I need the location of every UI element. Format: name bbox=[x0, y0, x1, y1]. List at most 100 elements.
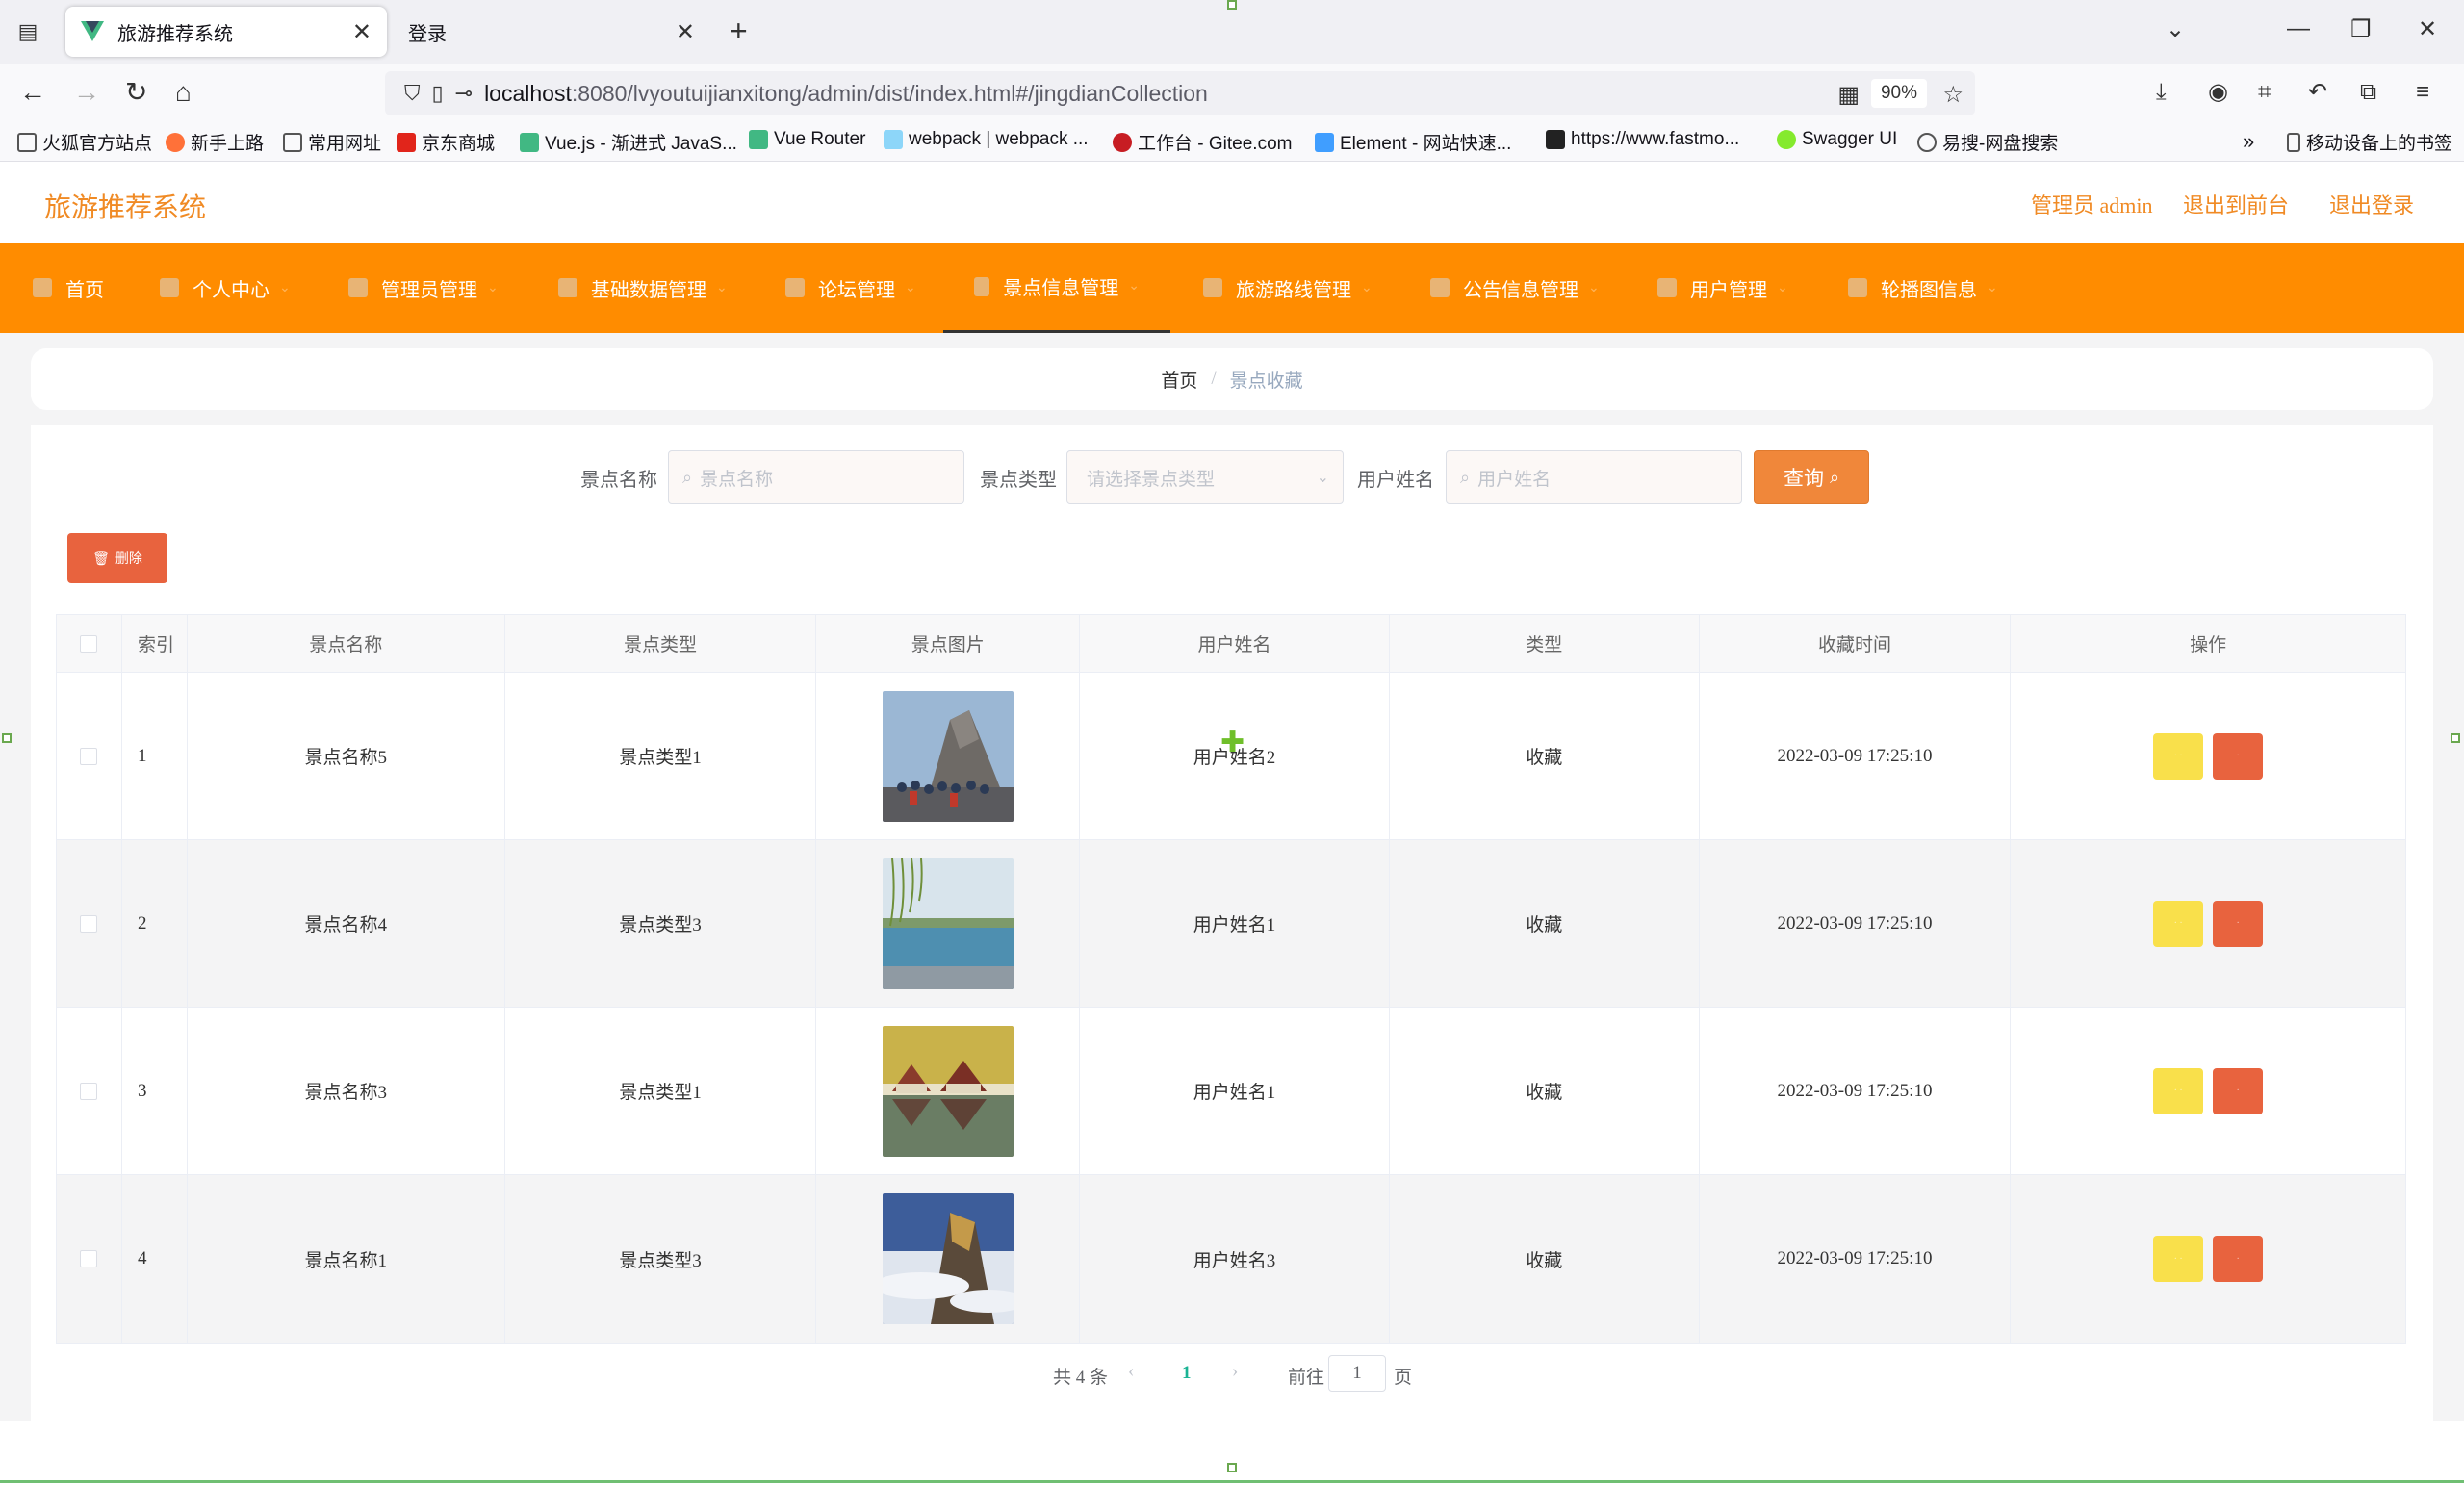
bookmark-item[interactable]: 易搜-网盘搜索 bbox=[1917, 129, 2058, 155]
bookmark-item[interactable]: 火狐官方站点 bbox=[17, 129, 152, 155]
menu-item-users[interactable]: 用户管理 ⌄ bbox=[1657, 243, 1788, 333]
bookmark-item[interactable]: Vue Router bbox=[749, 129, 865, 150]
select-all-checkbox[interactable] bbox=[80, 634, 98, 653]
breadcrumb: 首页 / 景点收藏 bbox=[31, 348, 2433, 410]
tab-login[interactable]: 登录 ✕ bbox=[393, 7, 710, 57]
new-tab-icon[interactable]: + bbox=[730, 15, 748, 46]
scenic-photo-village-reflection[interactable] bbox=[882, 1025, 1014, 1157]
resize-handle bbox=[2, 733, 12, 743]
bookmark-item[interactable]: webpack | webpack ... bbox=[884, 129, 1089, 150]
bookmark-item[interactable]: 新手上路 bbox=[166, 129, 264, 155]
bookmark-item[interactable]: https://www.fastmo... bbox=[1546, 129, 1739, 150]
bookmark-item[interactable]: Swagger UI bbox=[1777, 129, 1897, 150]
minimize-icon[interactable]: — bbox=[2287, 15, 2310, 42]
gitee-icon bbox=[1113, 132, 1132, 152]
delete-button[interactable]: · bbox=[2213, 900, 2264, 947]
row-checkbox[interactable] bbox=[80, 747, 98, 765]
bookmark-item[interactable]: 京东商城 bbox=[397, 129, 495, 155]
cell-name: 景点名称1 bbox=[188, 1175, 505, 1343]
screenshot-icon[interactable]: ⌗ bbox=[2258, 77, 2272, 108]
tab-list-icon[interactable]: ▤ bbox=[13, 17, 42, 46]
vue-icon bbox=[520, 132, 539, 152]
menu-item-forum[interactable]: 论坛管理 ⌄ bbox=[785, 243, 916, 333]
edit-button[interactable]: · · bbox=[2153, 732, 2204, 780]
delete-button[interactable]: · bbox=[2213, 732, 2264, 780]
menu-item-scenic[interactable]: 景点信息管理 ⌄ bbox=[943, 243, 1170, 333]
row-checkbox[interactable] bbox=[80, 914, 98, 933]
scenic-photo-peak-clouds[interactable] bbox=[882, 1193, 1014, 1324]
account-icon[interactable]: ◉ bbox=[2208, 77, 2228, 108]
user-icon bbox=[160, 278, 179, 297]
breadcrumb-home[interactable]: 首页 bbox=[1161, 367, 1197, 393]
reload-icon[interactable]: ↻ bbox=[125, 77, 147, 108]
forward-icon[interactable]: → bbox=[73, 77, 100, 108]
edit-button[interactable]: · · bbox=[2153, 900, 2204, 947]
mobile-bookmarks[interactable]: 移动设备上的书签 bbox=[2287, 129, 2452, 155]
back-icon[interactable]: ← bbox=[19, 77, 46, 108]
edit-button[interactable]: · · bbox=[2153, 1236, 2204, 1282]
exit-to-front-link[interactable]: 退出到前台 bbox=[2183, 189, 2289, 219]
search-type-placeholder: 请选择景点类型 bbox=[1087, 469, 1216, 490]
close-window-icon[interactable]: ✕ bbox=[2418, 15, 2437, 43]
scenic-photo-lake-willow[interactable] bbox=[882, 858, 1014, 989]
menu-item-profile[interactable]: 个人中心 ⌄ bbox=[160, 243, 291, 333]
menu-icon[interactable]: ≡ bbox=[2416, 77, 2429, 108]
permissions-icon[interactable]: ⊸ bbox=[455, 81, 473, 106]
row-checkbox[interactable] bbox=[80, 1250, 98, 1267]
extensions-icon[interactable]: ⧉ bbox=[2360, 77, 2376, 108]
menu-item-home[interactable]: 首页 bbox=[33, 243, 104, 333]
bookmark-item[interactable]: Element - 网站快速... bbox=[1315, 129, 1511, 155]
bookmark-item[interactable]: 工作台 - Gitee.com bbox=[1113, 129, 1292, 155]
tab-active[interactable]: 旅游推荐系统 ✕ bbox=[65, 7, 387, 57]
batch-delete-button[interactable]: 🗑 删除 bbox=[67, 533, 167, 583]
bookmark-star-icon[interactable]: ☆ bbox=[1942, 81, 1964, 109]
menu-item-routes[interactable]: 旅游路线管理 ⌄ bbox=[1203, 243, 1373, 333]
menu-item-notices[interactable]: 公告信息管理 ⌄ bbox=[1430, 243, 1600, 333]
qr-code-icon[interactable]: ▦ bbox=[1837, 81, 1860, 109]
search-user-input[interactable]: ⌕ 用户姓名 bbox=[1446, 450, 1742, 504]
logout-link[interactable]: 退出登录 bbox=[2329, 189, 2414, 219]
firefox-icon bbox=[166, 132, 185, 152]
url-host: localhost bbox=[484, 80, 572, 106]
jd-icon bbox=[397, 132, 416, 152]
header-index: 索引 bbox=[122, 615, 188, 672]
chevron-left-icon[interactable]: ‹ bbox=[1128, 1361, 1134, 1382]
downloads-icon[interactable]: ⤓ bbox=[2156, 77, 2167, 108]
url-path: :8080/lvyoutuijianxitong/admin/dist/inde… bbox=[571, 80, 1208, 106]
tab-overflow-chevron-icon[interactable]: ⌄ bbox=[2166, 15, 2185, 43]
menu-item-admins[interactable]: 管理员管理 ⌄ bbox=[348, 243, 499, 333]
restore-icon[interactable]: ❐ bbox=[2350, 15, 2372, 43]
undo-close-icon[interactable]: ↶ bbox=[2308, 77, 2327, 108]
cell-type: 景点类型1 bbox=[505, 1008, 817, 1174]
search-icon: ⌕ bbox=[682, 467, 693, 487]
search-name-input[interactable]: ⌕ 景点名称 bbox=[668, 450, 964, 504]
home-icon[interactable]: ⌂ bbox=[175, 77, 192, 108]
delete-button[interactable]: · bbox=[2213, 1067, 2264, 1114]
menu-item-carousel[interactable]: 轮播图信息 ⌄ bbox=[1848, 243, 1998, 333]
bookmark-item[interactable]: 常用网址 bbox=[283, 129, 381, 155]
pagination-page-label: 页 bbox=[1394, 1368, 1413, 1388]
menu-item-base-data[interactable]: 基础数据管理 ⌄ bbox=[558, 243, 728, 333]
chevron-right-icon[interactable]: › bbox=[1232, 1361, 1238, 1382]
admin-user-label[interactable]: 管理员 admin bbox=[2031, 189, 2153, 219]
page-number[interactable]: 1 bbox=[1182, 1363, 1192, 1384]
query-button[interactable]: 查询 ⌕ bbox=[1754, 450, 1869, 504]
zoom-level[interactable]: 90% bbox=[1870, 79, 1927, 108]
search-type-select[interactable]: 请选择景点类型 ⌄ bbox=[1066, 450, 1344, 504]
cell-kind: 收藏 bbox=[1390, 673, 1700, 839]
header-actions: 操作 bbox=[2190, 635, 2227, 655]
tab-close-icon[interactable]: ✕ bbox=[676, 18, 695, 46]
row-checkbox[interactable] bbox=[80, 1082, 98, 1100]
pagination-goto-input[interactable]: 1 bbox=[1328, 1355, 1386, 1392]
swagger-icon bbox=[1777, 130, 1796, 149]
edit-button[interactable]: · · bbox=[2153, 1067, 2204, 1114]
shield-icon[interactable]: ⛉ bbox=[404, 81, 421, 106]
delete-button[interactable]: · bbox=[2213, 1236, 2264, 1282]
url-bar[interactable]: ⛉ ▯ ⊸ localhost:8080/lvyoutuijianxitong/… bbox=[385, 71, 1975, 115]
bookmarks-overflow-icon[interactable]: » bbox=[2243, 129, 2254, 154]
tab-close-icon[interactable]: ✕ bbox=[352, 18, 372, 46]
chevron-down-icon: ⌄ bbox=[487, 280, 499, 295]
chevron-down-icon: ⌄ bbox=[905, 280, 916, 295]
scenic-photo-mountain-crowd[interactable] bbox=[882, 690, 1014, 822]
bookmark-item[interactable]: Vue.js - 渐进式 JavaS... bbox=[520, 129, 737, 155]
